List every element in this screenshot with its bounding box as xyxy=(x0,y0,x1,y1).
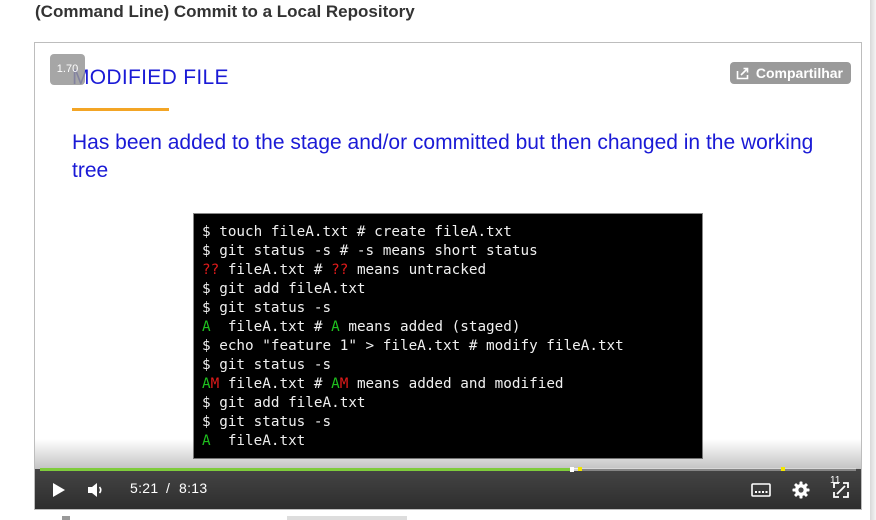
slide-heading: MODIFIED FILE xyxy=(72,66,229,89)
progress-played xyxy=(40,468,572,471)
progress-bar[interactable] xyxy=(40,467,856,472)
below-player-tab[interactable] xyxy=(287,516,407,520)
chapter-marker[interactable] xyxy=(781,467,785,471)
terminal-segment: $ git status -s # -s means short status xyxy=(202,243,538,259)
terminal-line: $ git status -s xyxy=(202,413,702,432)
time-separator: / xyxy=(166,480,171,496)
volume-button[interactable] xyxy=(85,480,107,500)
terminal-segment: $ git status -s xyxy=(202,414,332,430)
play-icon xyxy=(53,483,65,497)
video-player[interactable]: MODIFIED FILE Has been added to the stag… xyxy=(34,42,862,510)
terminal-line: $ git add fileA.txt xyxy=(202,394,702,413)
terminal-line: $ git status -s xyxy=(202,299,702,318)
terminal-segment: A xyxy=(331,319,340,335)
terminal-segment: means untracked xyxy=(348,262,487,278)
page: (Command Line) Commit to a Local Reposit… xyxy=(0,0,870,520)
terminal-line: ?? fileA.txt # ?? means untracked xyxy=(202,261,702,280)
fullscreen-button[interactable] xyxy=(831,480,851,500)
captions-button[interactable] xyxy=(750,480,772,500)
terminal-segment: M xyxy=(210,376,220,392)
terminal-segment: A xyxy=(202,319,211,335)
share-button[interactable]: Compartilhar xyxy=(729,62,851,84)
terminal-segment: ?? xyxy=(202,262,220,278)
terminal-line: $ touch fileA.txt # create fileA.txt xyxy=(202,223,702,242)
terminal-segment: $ echo "feature 1" > fileA.txt # modify … xyxy=(202,338,624,354)
play-button[interactable] xyxy=(49,480,69,500)
terminal-segment: $ git status -s xyxy=(202,300,332,316)
terminal-segment: A xyxy=(202,376,211,392)
chapter-marker[interactable] xyxy=(578,467,582,471)
playback-speed-badge[interactable]: 1.70 xyxy=(50,54,85,85)
share-icon xyxy=(736,67,750,80)
settings-button[interactable] xyxy=(790,480,812,500)
terminal-segment: fileA.txt # xyxy=(219,262,332,278)
terminal-segment: $ git status -s xyxy=(202,357,332,373)
terminal-segment: $ git add fileA.txt xyxy=(202,395,366,411)
terminal-segment: means added (staged) xyxy=(339,319,521,335)
captions-icon xyxy=(751,483,771,497)
terminal-segment: ?? xyxy=(331,262,349,278)
terminal-line: AM fileA.txt # AM means added and modifi… xyxy=(202,375,702,394)
terminal-segment: $ touch fileA.txt # create fileA.txt xyxy=(202,224,512,240)
terminal-line: A fileA.txt # A means added (staged) xyxy=(202,318,702,337)
below-player-mark xyxy=(62,516,70,520)
share-button-label: Compartilhar xyxy=(755,65,843,81)
slide-body-text: Has been added to the stage and/or commi… xyxy=(72,131,814,182)
duration: 8:13 xyxy=(179,480,208,496)
control-bar xyxy=(35,469,861,509)
terminal-line: $ git status -s # -s means short status xyxy=(202,242,702,261)
terminal-line: $ git status -s xyxy=(202,356,702,375)
current-time: 5:21 xyxy=(130,480,159,496)
progress-handle[interactable] xyxy=(570,467,575,472)
terminal-segment: fileA.txt # xyxy=(210,319,332,335)
terminal-segment: means added and modified xyxy=(348,376,564,392)
page-title: (Command Line) Commit to a Local Reposit… xyxy=(35,2,415,21)
slide-heading-underline xyxy=(72,108,169,111)
gear-icon xyxy=(792,481,810,499)
terminal-segment: $ git add fileA.txt xyxy=(202,281,366,297)
page-scroll-edge xyxy=(870,0,876,520)
terminal-line: $ echo "feature 1" > fileA.txt # modify … xyxy=(202,337,702,356)
volume-icon xyxy=(88,483,102,497)
terminal-segment: fileA.txt # xyxy=(219,376,332,392)
fullscreen-icon xyxy=(833,482,849,498)
terminal-segment: A xyxy=(331,376,340,392)
terminal-screenshot: $ touch fileA.txt # create fileA.txt $ gi… xyxy=(193,213,703,459)
terminal-line: $ git add fileA.txt xyxy=(202,280,702,299)
